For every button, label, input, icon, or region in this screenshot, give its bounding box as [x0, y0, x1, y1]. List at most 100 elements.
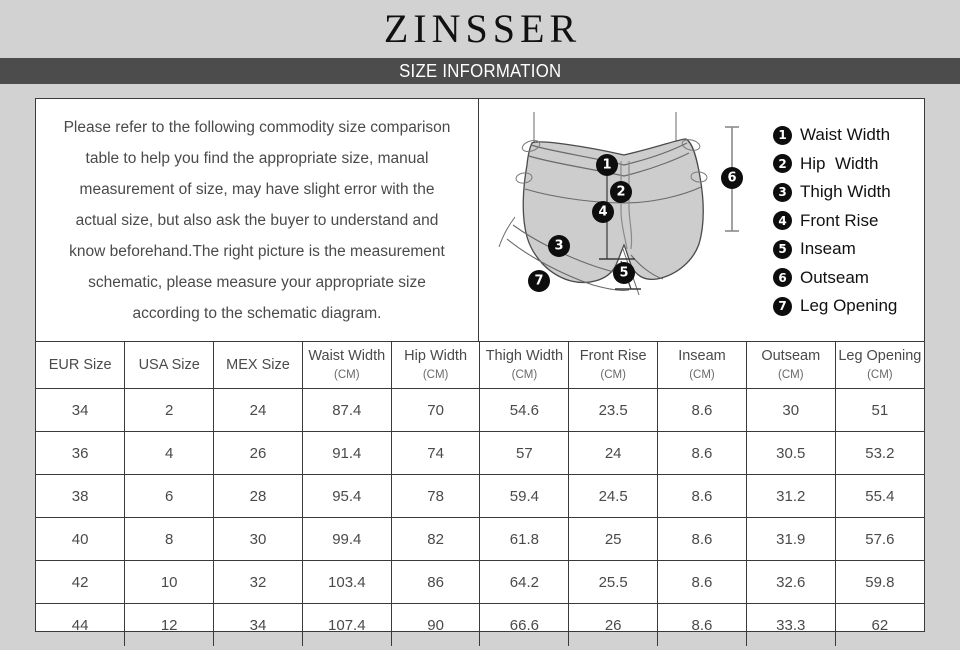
- size-information-panel: Please refer to the following commodity …: [35, 98, 925, 646]
- legend-number-3-icon: 3: [773, 182, 792, 202]
- legend-number-7-icon: 7: [773, 296, 792, 316]
- cell-eur-size: 44: [36, 603, 126, 646]
- cell-front-rise: 25.5: [568, 560, 659, 604]
- cell-inseam: 8.6: [657, 388, 747, 432]
- cell-usa-size: 6: [124, 474, 215, 518]
- table-row: 38 6 28 95.4 78 59.4 24.5 8.6 31.2 55.4: [36, 474, 924, 518]
- diagram-marker-3-label: 3: [554, 239, 563, 254]
- size-table-head: EUR Size USA Size MEX Size Waist Width (…: [36, 342, 924, 389]
- table-row: 36 4 26 91.4 74 57 24 8.6 30.5 53.2: [36, 431, 924, 475]
- cell-mex-size: 24: [213, 388, 303, 432]
- column-header-waist-width: Waist Width (CM): [301, 342, 392, 389]
- legend-label-leg-opening: Leg Opening: [800, 296, 898, 316]
- cell-usa-size: 8: [124, 517, 215, 561]
- cell-eur-size: 36: [36, 431, 126, 475]
- column-header-eur-size: EUR Size: [36, 342, 126, 389]
- column-header-leg-opening-label: Leg Opening: [838, 347, 922, 364]
- cell-front-rise: 24: [568, 431, 659, 475]
- cell-waist-width: 107.4: [301, 603, 392, 646]
- cell-leg-opening: 53.2: [834, 431, 924, 475]
- cell-outseam: 31.9: [745, 517, 836, 561]
- cell-leg-opening: 57.6: [834, 517, 924, 561]
- cell-eur-size: 38: [36, 474, 126, 518]
- column-header-inseam: Inseam (CM): [657, 342, 747, 389]
- table-row: 34 2 24 87.4 70 54.6 23.5 8.6 30 51: [36, 388, 924, 432]
- cell-front-rise: 25: [568, 517, 659, 561]
- diagram-column: 1 2 4 3 5 7 6 1 Waist Width 2 Hip Width …: [479, 99, 924, 341]
- column-header-thigh-width-label: Thigh Width: [485, 347, 564, 364]
- cell-usa-size: 10: [124, 560, 215, 604]
- cell-waist-width: 95.4: [301, 474, 392, 518]
- column-header-outseam-unit: (CM): [778, 368, 804, 381]
- column-header-usa-size-label: USA Size: [138, 357, 200, 373]
- cell-eur-size: 40: [36, 517, 126, 561]
- legend-label-outseam: Outseam: [800, 267, 869, 287]
- diagram-marker-2: 2: [610, 181, 632, 203]
- legend-number-2-icon: 2: [773, 154, 792, 174]
- cell-thigh-width: 57: [479, 431, 570, 475]
- column-header-usa-size: USA Size: [124, 342, 215, 389]
- column-header-eur-size-label: EUR Size: [48, 357, 112, 373]
- diagram-marker-4-label: 4: [598, 205, 607, 220]
- column-header-thigh-width: Thigh Width (CM): [479, 342, 570, 389]
- legend-item-thigh-width: 3 Thigh Width: [773, 178, 924, 207]
- size-table-body: 34 2 24 87.4 70 54.6 23.5 8.6 30 51 36 4…: [36, 388, 924, 646]
- column-header-waist-width-unit: (CM): [334, 368, 360, 381]
- column-header-waist-width-label: Waist Width: [308, 347, 386, 364]
- column-header-outseam: Outseam (CM): [745, 342, 836, 389]
- cell-front-rise: 23.5: [568, 388, 659, 432]
- measurement-legend: 1 Waist Width 2 Hip Width 3 Thigh Width …: [769, 99, 924, 341]
- table-row: 40 8 30 99.4 82 61.8 25 8.6 31.9 57.6: [36, 517, 924, 561]
- cell-leg-opening: 62: [834, 603, 924, 646]
- shorts-diagram-svg: 1 2 4 3 5 7 6: [498, 112, 743, 296]
- diagram-marker-2-label: 2: [616, 185, 625, 200]
- column-header-hip-width: Hip Width (CM): [390, 342, 481, 389]
- cell-thigh-width: 61.8: [479, 517, 570, 561]
- cell-waist-width: 91.4: [301, 431, 392, 475]
- cell-inseam: 8.6: [657, 431, 747, 475]
- cell-front-rise: 24.5: [568, 474, 659, 518]
- legend-label-hip-width: Hip Width: [800, 153, 879, 173]
- cell-waist-width: 87.4: [301, 388, 392, 432]
- diagram-marker-6-label: 6: [727, 171, 736, 186]
- column-header-front-rise: Front Rise (CM): [568, 342, 659, 389]
- table-row: 44 12 34 107.4 90 66.6 26 8.6 33.3 62: [36, 603, 924, 646]
- legend-label-front-rise: Front Rise: [800, 210, 879, 230]
- cell-waist-width: 103.4: [301, 560, 392, 604]
- cell-hip-width: 90: [390, 603, 481, 646]
- diagram-marker-7: 7: [528, 270, 550, 292]
- cell-mex-size: 34: [213, 603, 303, 646]
- table-row: 42 10 32 103.4 86 64.2 25.5 8.6 32.6 59.…: [36, 560, 924, 604]
- info-section: Please refer to the following commodity …: [36, 99, 924, 342]
- size-information-banner: SIZE INFORMATION: [0, 58, 960, 84]
- diagram-marker-5: 5: [613, 262, 635, 284]
- legend-number-6-icon: 6: [773, 268, 792, 288]
- column-header-thigh-width-unit: (CM): [511, 368, 538, 381]
- cell-inseam: 8.6: [657, 603, 747, 646]
- legend-number-4-icon: 4: [773, 211, 792, 231]
- legend-item-front-rise: 4 Front Rise: [773, 207, 924, 236]
- diagram-marker-3: 3: [548, 235, 570, 257]
- column-header-front-rise-label: Front Rise: [579, 347, 647, 364]
- cell-hip-width: 82: [390, 517, 481, 561]
- description-text: Please refer to the following commodity …: [63, 118, 451, 322]
- legend-item-hip-width: 2 Hip Width: [773, 150, 924, 179]
- diagram-marker-4: 4: [592, 201, 614, 223]
- cell-front-rise: 26: [568, 603, 659, 646]
- cell-mex-size: 26: [213, 431, 303, 475]
- cell-leg-opening: 55.4: [834, 474, 924, 518]
- cell-inseam: 8.6: [657, 560, 747, 604]
- cell-mex-size: 28: [213, 474, 303, 518]
- diagram-marker-7-label: 7: [534, 274, 543, 289]
- legend-item-inseam: 5 Inseam: [773, 235, 924, 264]
- cell-hip-width: 70: [390, 388, 481, 432]
- cell-thigh-width: 66.6: [479, 603, 570, 646]
- column-header-leg-opening-unit: (CM): [867, 368, 893, 381]
- column-header-hip-width-unit: (CM): [422, 368, 449, 381]
- cell-waist-width: 99.4: [301, 517, 392, 561]
- legend-label-inseam: Inseam: [800, 239, 856, 259]
- size-table: EUR Size USA Size MEX Size Waist Width (…: [36, 342, 924, 646]
- legend-number-1-icon: 1: [773, 125, 792, 145]
- cell-mex-size: 30: [213, 517, 303, 561]
- cell-usa-size: 12: [124, 603, 215, 646]
